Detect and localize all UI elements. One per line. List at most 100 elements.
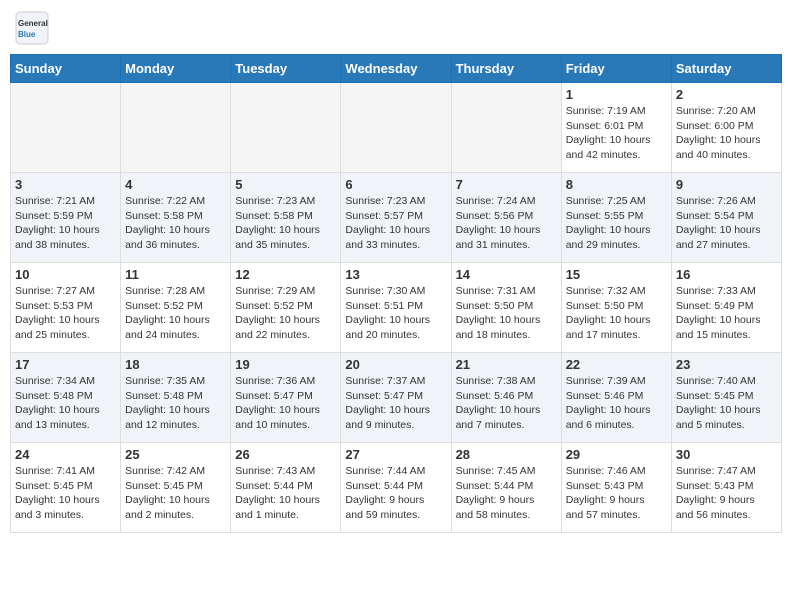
calendar-cell: 11 Sunrise: 7:28 AM Sunset: 5:52 PM Dayli… (121, 263, 231, 353)
calendar-cell: 21 Sunrise: 7:38 AM Sunset: 5:46 PM Dayli… (451, 353, 561, 443)
header-day: Tuesday (231, 55, 341, 83)
day-info: Sunrise: 7:24 AM Sunset: 5:56 PM Dayligh… (456, 194, 557, 253)
calendar-cell: 14 Sunrise: 7:31 AM Sunset: 5:50 PM Dayli… (451, 263, 561, 353)
calendar-cell: 19 Sunrise: 7:36 AM Sunset: 5:47 PM Dayli… (231, 353, 341, 443)
calendar-cell: 22 Sunrise: 7:39 AM Sunset: 5:46 PM Dayli… (561, 353, 671, 443)
day-info: Sunrise: 7:44 AM Sunset: 5:44 PM Dayligh… (345, 464, 446, 523)
calendar-body: 1 Sunrise: 7:19 AM Sunset: 6:01 PM Daylig… (11, 83, 782, 533)
calendar-week: 3 Sunrise: 7:21 AM Sunset: 5:59 PM Daylig… (11, 173, 782, 263)
day-number: 26 (235, 447, 336, 462)
day-info: Sunrise: 7:46 AM Sunset: 5:43 PM Dayligh… (566, 464, 667, 523)
calendar-cell (341, 83, 451, 173)
day-number: 18 (125, 357, 226, 372)
calendar-cell: 8Sunrise: 7:25 AM Sunset: 5:55 PM Daylig… (561, 173, 671, 263)
calendar-week: 1 Sunrise: 7:19 AM Sunset: 6:01 PM Daylig… (11, 83, 782, 173)
day-info: Sunrise: 7:42 AM Sunset: 5:45 PM Dayligh… (125, 464, 226, 523)
calendar-cell: 2Sunrise: 7:20 AM Sunset: 6:00 PM Daylig… (671, 83, 781, 173)
calendar-cell: 6Sunrise: 7:23 AM Sunset: 5:57 PM Daylig… (341, 173, 451, 263)
header: General Blue (10, 10, 782, 46)
day-number: 19 (235, 357, 336, 372)
day-info: Sunrise: 7:33 AM Sunset: 5:49 PM Dayligh… (676, 284, 777, 343)
calendar-cell: 30 Sunrise: 7:47 AM Sunset: 5:43 PM Dayli… (671, 443, 781, 533)
day-info: Sunrise: 7:25 AM Sunset: 5:55 PM Dayligh… (566, 194, 667, 253)
day-info: Sunrise: 7:30 AM Sunset: 5:51 PM Dayligh… (345, 284, 446, 343)
day-info: Sunrise: 7:45 AM Sunset: 5:44 PM Dayligh… (456, 464, 557, 523)
day-info: Sunrise: 7:28 AM Sunset: 5:52 PM Dayligh… (125, 284, 226, 343)
calendar-cell: 3 Sunrise: 7:21 AM Sunset: 5:59 PM Daylig… (11, 173, 121, 263)
day-number: 7 (456, 177, 557, 192)
day-number: 11 (125, 267, 226, 282)
day-number: 21 (456, 357, 557, 372)
day-info: Sunrise: 7:27 AM Sunset: 5:53 PM Dayligh… (15, 284, 116, 343)
day-number: 3 (15, 177, 116, 192)
calendar-cell: 24 Sunrise: 7:41 AM Sunset: 5:45 PM Dayli… (11, 443, 121, 533)
day-info: Sunrise: 7:39 AM Sunset: 5:46 PM Dayligh… (566, 374, 667, 433)
day-info: Sunrise: 7:47 AM Sunset: 5:43 PM Dayligh… (676, 464, 777, 523)
calendar-cell: 12 Sunrise: 7:29 AM Sunset: 5:52 PM Dayli… (231, 263, 341, 353)
header-day: Monday (121, 55, 231, 83)
day-number: 30 (676, 447, 777, 462)
day-number: 6 (345, 177, 446, 192)
day-number: 24 (15, 447, 116, 462)
calendar-cell (231, 83, 341, 173)
day-number: 16 (676, 267, 777, 282)
day-info: Sunrise: 7:34 AM Sunset: 5:48 PM Dayligh… (15, 374, 116, 433)
calendar-cell: 5Sunrise: 7:23 AM Sunset: 5:58 PM Daylig… (231, 173, 341, 263)
header-day: Thursday (451, 55, 561, 83)
day-info: Sunrise: 7:36 AM Sunset: 5:47 PM Dayligh… (235, 374, 336, 433)
logo-svg: General Blue (14, 10, 50, 46)
day-info: Sunrise: 7:31 AM Sunset: 5:50 PM Dayligh… (456, 284, 557, 343)
calendar-cell: 16 Sunrise: 7:33 AM Sunset: 5:49 PM Dayli… (671, 263, 781, 353)
day-number: 27 (345, 447, 446, 462)
calendar-cell: 7 Sunrise: 7:24 AM Sunset: 5:56 PM Daylig… (451, 173, 561, 263)
calendar-header: SundayMondayTuesdayWednesdayThursdayFrid… (11, 55, 782, 83)
calendar-week: 24 Sunrise: 7:41 AM Sunset: 5:45 PM Dayli… (11, 443, 782, 533)
calendar-week: 17Sunrise: 7:34 AM Sunset: 5:48 PM Dayli… (11, 353, 782, 443)
day-number: 1 (566, 87, 667, 102)
day-number: 28 (456, 447, 557, 462)
calendar-cell: 15 Sunrise: 7:32 AM Sunset: 5:50 PM Dayli… (561, 263, 671, 353)
day-info: Sunrise: 7:35 AM Sunset: 5:48 PM Dayligh… (125, 374, 226, 433)
calendar-cell (121, 83, 231, 173)
day-number: 20 (345, 357, 446, 372)
calendar-cell: 20 Sunrise: 7:37 AM Sunset: 5:47 PM Dayli… (341, 353, 451, 443)
day-number: 14 (456, 267, 557, 282)
calendar-week: 10 Sunrise: 7:27 AM Sunset: 5:53 PM Dayli… (11, 263, 782, 353)
day-number: 12 (235, 267, 336, 282)
calendar-cell (11, 83, 121, 173)
header-row: SundayMondayTuesdayWednesdayThursdayFrid… (11, 55, 782, 83)
day-info: Sunrise: 7:37 AM Sunset: 5:47 PM Dayligh… (345, 374, 446, 433)
day-info: Sunrise: 7:19 AM Sunset: 6:01 PM Dayligh… (566, 104, 667, 163)
day-number: 13 (345, 267, 446, 282)
calendar-cell: 25Sunrise: 7:42 AM Sunset: 5:45 PM Dayli… (121, 443, 231, 533)
logo: General Blue (14, 10, 50, 46)
day-number: 23 (676, 357, 777, 372)
day-number: 22 (566, 357, 667, 372)
header-day: Saturday (671, 55, 781, 83)
calendar-cell: 17Sunrise: 7:34 AM Sunset: 5:48 PM Dayli… (11, 353, 121, 443)
calendar-cell: 29Sunrise: 7:46 AM Sunset: 5:43 PM Dayli… (561, 443, 671, 533)
calendar-table: SundayMondayTuesdayWednesdayThursdayFrid… (10, 54, 782, 533)
day-info: Sunrise: 7:41 AM Sunset: 5:45 PM Dayligh… (15, 464, 116, 523)
day-info: Sunrise: 7:21 AM Sunset: 5:59 PM Dayligh… (15, 194, 116, 253)
day-info: Sunrise: 7:29 AM Sunset: 5:52 PM Dayligh… (235, 284, 336, 343)
calendar-cell: 26 Sunrise: 7:43 AM Sunset: 5:44 PM Dayli… (231, 443, 341, 533)
day-number: 4 (125, 177, 226, 192)
calendar-cell (451, 83, 561, 173)
svg-text:Blue: Blue (18, 30, 36, 39)
day-info: Sunrise: 7:22 AM Sunset: 5:58 PM Dayligh… (125, 194, 226, 253)
day-info: Sunrise: 7:32 AM Sunset: 5:50 PM Dayligh… (566, 284, 667, 343)
day-number: 15 (566, 267, 667, 282)
day-number: 2 (676, 87, 777, 102)
calendar-cell: 10 Sunrise: 7:27 AM Sunset: 5:53 PM Dayli… (11, 263, 121, 353)
day-number: 9 (676, 177, 777, 192)
calendar-cell: 23 Sunrise: 7:40 AM Sunset: 5:45 PM Dayli… (671, 353, 781, 443)
day-info: Sunrise: 7:40 AM Sunset: 5:45 PM Dayligh… (676, 374, 777, 433)
day-info: Sunrise: 7:38 AM Sunset: 5:46 PM Dayligh… (456, 374, 557, 433)
header-day: Wednesday (341, 55, 451, 83)
day-info: Sunrise: 7:43 AM Sunset: 5:44 PM Dayligh… (235, 464, 336, 523)
calendar-cell: 4 Sunrise: 7:22 AM Sunset: 5:58 PM Daylig… (121, 173, 231, 263)
calendar-cell: 18 Sunrise: 7:35 AM Sunset: 5:48 PM Dayli… (121, 353, 231, 443)
header-day: Sunday (11, 55, 121, 83)
day-number: 10 (15, 267, 116, 282)
